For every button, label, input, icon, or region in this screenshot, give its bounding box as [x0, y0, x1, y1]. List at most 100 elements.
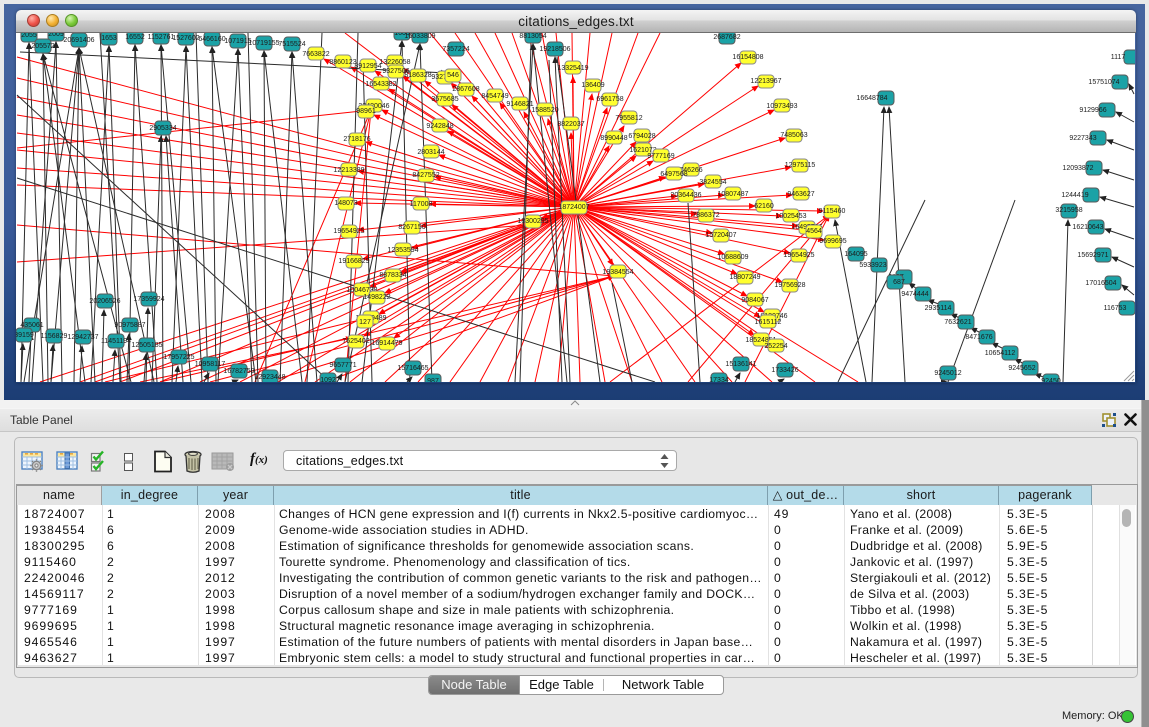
svg-text:1733426: 1733426 [771, 367, 798, 374]
svg-text:8912954: 8912954 [354, 63, 381, 70]
svg-text:12942737: 12942737 [67, 334, 98, 341]
svg-text:546: 546 [447, 72, 459, 79]
svg-text:92450: 92450 [1041, 378, 1061, 382]
svg-text:164095: 164095 [844, 251, 867, 258]
svg-text:1117: 1117 [1111, 54, 1126, 61]
svg-text:8813054: 8813054 [519, 33, 546, 40]
svg-text:17334: 17334 [709, 377, 729, 382]
svg-text:687: 687 [893, 279, 905, 286]
svg-text:18807249: 18807249 [729, 274, 760, 281]
svg-text:12213967: 12213967 [750, 78, 781, 85]
svg-text:7632621: 7632621 [944, 319, 971, 326]
svg-text:19166829: 19166829 [338, 258, 369, 265]
svg-text:19384554: 19384554 [602, 269, 633, 276]
svg-text:4564: 4564 [806, 228, 822, 235]
svg-text:15720407: 15720407 [705, 232, 736, 239]
svg-text:16033809: 16033809 [404, 33, 435, 40]
svg-text:3824554: 3824554 [699, 179, 726, 186]
svg-text:15716465: 15716465 [397, 365, 428, 372]
svg-text:116753: 116753 [1104, 305, 1127, 312]
svg-text:8186328: 8186328 [404, 72, 431, 79]
svg-text:20364436: 20364436 [670, 192, 701, 199]
svg-text:1152761: 1152761 [148, 34, 175, 41]
svg-text:1588520: 1588520 [531, 107, 558, 114]
svg-text:3675685: 3675685 [431, 96, 458, 103]
svg-text:1527602: 1527602 [172, 35, 199, 42]
svg-text:8267150: 8267150 [398, 224, 425, 231]
svg-text:9777169: 9777169 [647, 153, 674, 160]
svg-text:12213389: 12213389 [333, 167, 364, 174]
svg-text:10973493: 10973493 [766, 103, 797, 110]
svg-text:8822037: 8822037 [557, 121, 584, 128]
svg-text:20206526: 20206526 [89, 298, 120, 305]
svg-text:1498222: 1498222 [363, 294, 390, 301]
svg-text:17957225: 17957225 [163, 354, 194, 361]
svg-text:16154808: 16154808 [732, 54, 763, 61]
svg-text:9474444: 9474444 [901, 291, 928, 298]
svg-text:9084067: 9084067 [741, 297, 768, 304]
svg-text:18300295: 18300295 [517, 218, 548, 225]
svg-text:12505185: 12505185 [131, 342, 162, 349]
svg-text:12093872: 12093872 [1062, 165, 1093, 172]
svg-text:16210643: 16210643 [1072, 224, 1103, 231]
svg-text:148073: 148073 [334, 200, 357, 207]
svg-text:2867608: 2867608 [452, 86, 479, 93]
svg-text:16543382: 16543382 [365, 81, 396, 88]
svg-text:39159: 39159 [16, 332, 34, 339]
svg-text:16552: 16552 [125, 34, 145, 41]
svg-text:9699695: 9699695 [819, 238, 846, 245]
svg-text:9115460: 9115460 [819, 208, 846, 215]
svg-text:19654925: 19654925 [333, 228, 364, 235]
svg-text:2055: 2055 [21, 33, 37, 39]
svg-text:17359924: 17359924 [133, 296, 164, 303]
svg-text:1653: 1653 [101, 35, 117, 42]
svg-text:12975115: 12975115 [785, 162, 816, 169]
svg-text:90975887: 90975887 [114, 322, 145, 329]
svg-text:2718176: 2718176 [343, 136, 370, 143]
svg-text:9463627: 9463627 [787, 191, 814, 198]
svg-text:7357224: 7357224 [442, 46, 469, 53]
svg-text:7625402: 7625402 [342, 338, 369, 345]
svg-text:7515524: 7515524 [278, 41, 305, 48]
svg-text:6497568: 6497568 [660, 171, 687, 178]
svg-text:20691406: 20691406 [63, 37, 94, 44]
svg-text:8471676: 8471676 [965, 334, 992, 341]
svg-text:8860123: 8860123 [329, 59, 356, 66]
svg-text:1615112: 1615112 [755, 319, 782, 326]
svg-text:11451194: 11451194 [101, 338, 131, 345]
svg-text:19218506: 19218506 [539, 46, 570, 53]
svg-text:8454749: 8454749 [481, 93, 508, 100]
svg-text:6961758: 6961758 [596, 96, 623, 103]
svg-text:98961: 98961 [356, 108, 376, 115]
svg-text:2803144: 2803144 [417, 149, 444, 156]
svg-text:9129966: 9129966 [1079, 107, 1106, 114]
svg-text:10719155: 10719155 [248, 40, 279, 47]
svg-text:7485063: 7485063 [780, 132, 807, 139]
svg-text:9146821: 9146821 [506, 101, 533, 108]
svg-text:9227343: 9227343 [1069, 135, 1096, 142]
svg-text:19654925: 19654925 [783, 252, 814, 259]
svg-text:2009: 2009 [48, 33, 64, 38]
svg-text:8427552: 8427552 [412, 172, 439, 179]
svg-text:12353594: 12353594 [387, 247, 418, 254]
svg-text:8990448: 8990448 [600, 135, 627, 142]
svg-text:1156829: 1156829 [41, 333, 68, 340]
svg-text:987: 987 [427, 378, 439, 382]
svg-text:6794028: 6794028 [628, 133, 655, 140]
svg-text:12923448: 12923448 [254, 374, 285, 381]
svg-text:10654112: 10654112 [985, 350, 1016, 357]
svg-text:62160: 62160 [754, 203, 774, 210]
svg-text:15692971: 15692971 [1077, 252, 1108, 259]
svg-text:10025453: 10025453 [775, 213, 806, 220]
svg-text:6466160: 6466160 [198, 36, 225, 43]
svg-text:9245652: 9245652 [1008, 365, 1035, 372]
svg-text:252254: 252254 [764, 343, 787, 350]
svg-text:16648784: 16648784 [856, 95, 887, 102]
svg-text:2935114: 2935114 [925, 305, 952, 312]
svg-text:2687682: 2687682 [713, 34, 740, 41]
svg-text:136409: 136409 [581, 82, 604, 89]
svg-text:16782759: 16782759 [223, 368, 254, 375]
svg-text:5933923: 5933923 [859, 262, 886, 269]
svg-text:10807487: 10807487 [717, 191, 748, 198]
svg-text:16914479: 16914479 [371, 340, 402, 347]
